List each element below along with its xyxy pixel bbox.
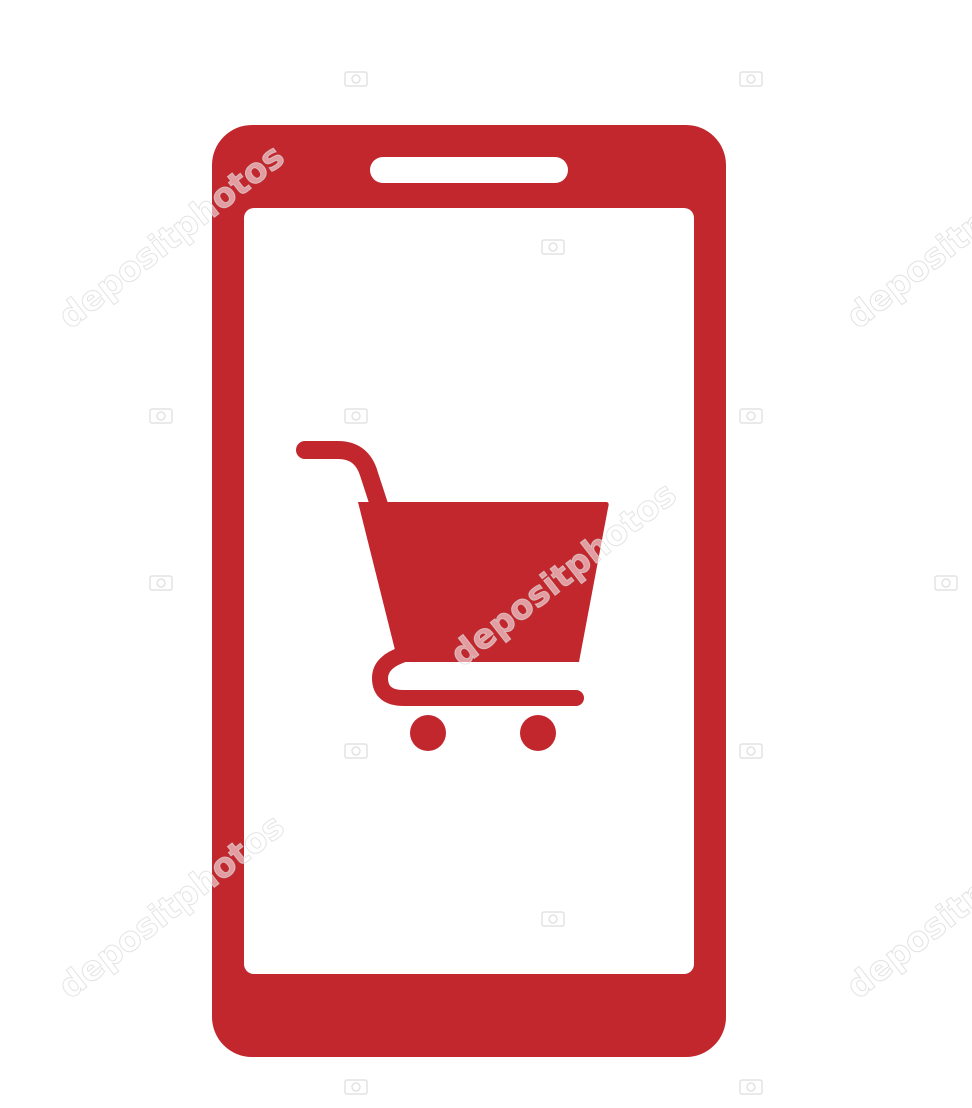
phone-speaker-slot bbox=[370, 157, 568, 183]
cart-wheel-left bbox=[410, 715, 446, 751]
smartphone-shopping-illustration bbox=[212, 125, 726, 1057]
cart-wheel-right bbox=[520, 715, 556, 751]
illustration-canvas: depositphotos depositphotos depositphoto… bbox=[0, 0, 972, 1108]
cart-basket bbox=[358, 502, 609, 662]
